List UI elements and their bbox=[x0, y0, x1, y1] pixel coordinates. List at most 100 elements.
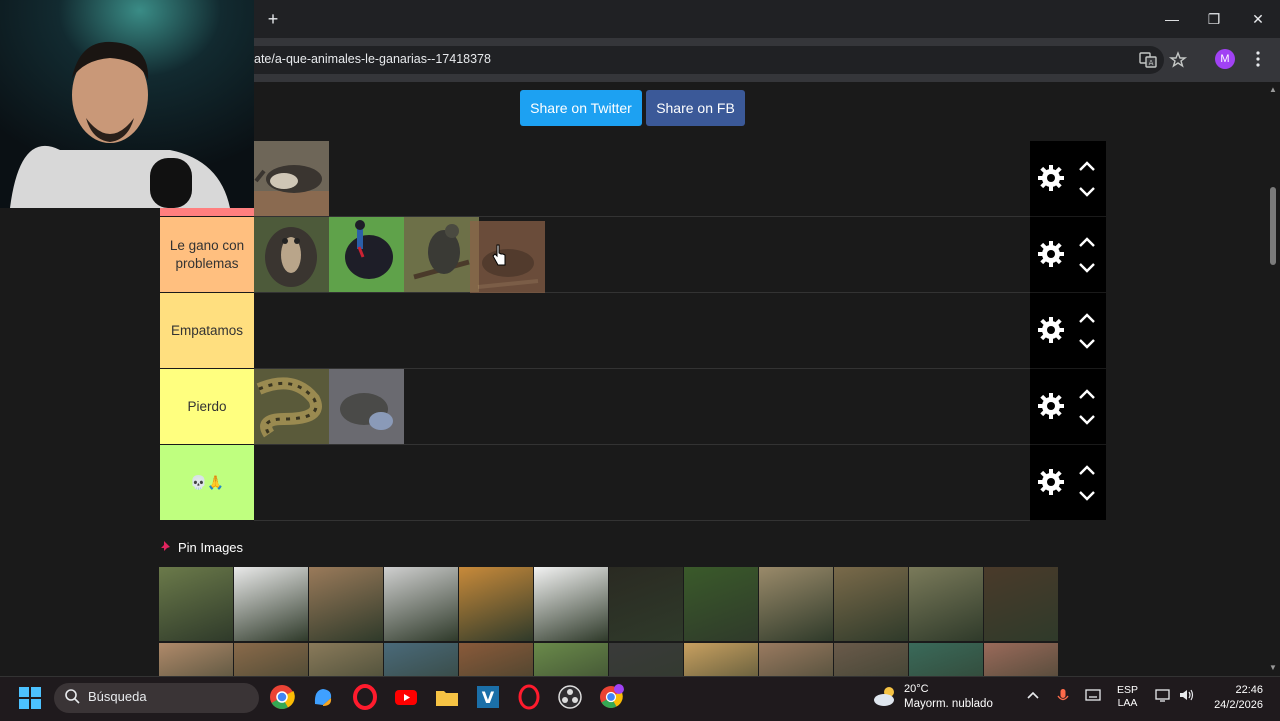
animal-23-image[interactable] bbox=[909, 643, 983, 677]
chevron-down-icon[interactable] bbox=[1076, 335, 1098, 353]
snow-leopard-image[interactable] bbox=[384, 567, 458, 641]
dragged-animal-image[interactable] bbox=[470, 221, 545, 296]
animal-13-image[interactable] bbox=[159, 643, 233, 677]
chrome-icon[interactable] bbox=[269, 684, 295, 710]
tier-items[interactable] bbox=[254, 369, 1030, 445]
animal-16-image[interactable] bbox=[384, 643, 458, 677]
scroll-down-icon[interactable]: ▼ bbox=[1269, 664, 1277, 672]
language-code: ESP bbox=[1117, 684, 1139, 696]
tier-label[interactable]: 💀🙏 bbox=[160, 445, 254, 520]
network-icon[interactable] bbox=[1154, 688, 1172, 705]
url-text[interactable]: ate/a-que-animales-le-ganarias--17418378 bbox=[254, 52, 491, 66]
translate-icon[interactable]: A bbox=[1138, 50, 1158, 70]
tier-controls bbox=[1030, 293, 1106, 368]
taskbar-clock[interactable]: 22:46 24/2/2026 bbox=[1205, 683, 1263, 713]
tier-items[interactable] bbox=[254, 217, 1030, 296]
chevron-up-icon[interactable] bbox=[1076, 233, 1098, 251]
youtube-icon[interactable] bbox=[393, 684, 419, 710]
share-fb-button[interactable]: Share on FB bbox=[646, 90, 745, 126]
microphone-icon[interactable] bbox=[1054, 688, 1072, 707]
rottweiler-image[interactable] bbox=[684, 567, 758, 641]
anteater-image[interactable] bbox=[254, 141, 329, 216]
copilot-icon[interactable] bbox=[310, 684, 336, 710]
share-twitter-button[interactable]: Share on Twitter bbox=[520, 90, 642, 126]
page-scrollbar[interactable]: ▲ ▼ bbox=[1266, 82, 1280, 676]
eagle-image[interactable] bbox=[404, 217, 479, 292]
hyena-image[interactable] bbox=[834, 567, 908, 641]
animal-15-image[interactable] bbox=[309, 643, 383, 677]
keyboard-icon[interactable] bbox=[1084, 688, 1102, 705]
anaconda-image[interactable] bbox=[254, 369, 329, 444]
animal-19-image[interactable] bbox=[609, 643, 683, 677]
chevron-up-icon[interactable] bbox=[1076, 157, 1098, 175]
black-bear-image[interactable] bbox=[609, 567, 683, 641]
tier-label[interactable]: Empatamos bbox=[160, 293, 254, 368]
obs-icon[interactable] bbox=[557, 684, 583, 710]
chevron-down-icon[interactable] bbox=[1076, 411, 1098, 429]
vegas-icon[interactable]: V bbox=[475, 684, 501, 710]
browser-menu-icon[interactable] bbox=[1250, 48, 1266, 70]
taskbar-search-placeholder[interactable]: Búsqueda bbox=[88, 689, 147, 704]
clock-time: 22:46 bbox=[1235, 684, 1263, 696]
animal-24-image[interactable] bbox=[984, 643, 1058, 677]
polar-bear-image[interactable] bbox=[534, 567, 608, 641]
tier-controls bbox=[1030, 141, 1106, 216]
chevron-down-icon[interactable] bbox=[1076, 487, 1098, 505]
chevron-up-icon[interactable] bbox=[1076, 309, 1098, 327]
tier-label[interactable]: Le gano con problemas bbox=[160, 217, 254, 292]
gear-icon[interactable] bbox=[1036, 391, 1066, 421]
profile-avatar[interactable]: M bbox=[1215, 49, 1235, 69]
minimize-button[interactable]: — bbox=[1158, 6, 1186, 32]
panda-image[interactable] bbox=[234, 567, 308, 641]
wolverine-image[interactable] bbox=[984, 567, 1058, 641]
tier-items[interactable] bbox=[254, 293, 1030, 369]
gear-icon[interactable] bbox=[1036, 163, 1066, 193]
cloudy-weather-icon[interactable] bbox=[872, 684, 900, 708]
language-indicator[interactable]: ESP LAA bbox=[1117, 684, 1138, 710]
close-button[interactable]: ✕ bbox=[1244, 6, 1272, 32]
chevron-down-icon[interactable] bbox=[1076, 183, 1098, 201]
gear-icon[interactable] bbox=[1036, 239, 1066, 269]
tray-chevron-up-icon[interactable] bbox=[1024, 688, 1042, 705]
animal-18-image[interactable] bbox=[534, 643, 608, 677]
tier-items[interactable] bbox=[254, 445, 1030, 521]
animal-22-image[interactable] bbox=[834, 643, 908, 677]
weather-temperature[interactable]: 20°C bbox=[904, 683, 929, 695]
german-shepherd-image[interactable] bbox=[159, 567, 233, 641]
chevron-down-icon[interactable] bbox=[1076, 259, 1098, 277]
orangutan-image[interactable] bbox=[459, 643, 533, 677]
kangal-dog-image[interactable] bbox=[759, 567, 833, 641]
new-tab-button[interactable]: + bbox=[262, 8, 284, 30]
windows-start-icon[interactable] bbox=[18, 686, 42, 710]
cheetah-image[interactable] bbox=[684, 643, 758, 677]
chevron-up-icon[interactable] bbox=[1076, 385, 1098, 403]
tiger-image[interactable] bbox=[459, 567, 533, 641]
chevron-up-icon[interactable] bbox=[1076, 461, 1098, 479]
mandrill-image[interactable] bbox=[254, 217, 329, 292]
tier-items[interactable] bbox=[254, 141, 1030, 217]
restore-button[interactable]: ❐ bbox=[1200, 6, 1228, 32]
tier-label[interactable]: Pierdo bbox=[160, 369, 254, 444]
wild-dog-image[interactable] bbox=[909, 567, 983, 641]
scrollbar-thumb[interactable] bbox=[1270, 187, 1276, 265]
volume-icon[interactable] bbox=[1178, 688, 1196, 705]
bookmark-star-icon[interactable] bbox=[1168, 50, 1188, 70]
weather-description[interactable]: Mayorm. nublado bbox=[904, 698, 993, 710]
opera-gx-icon[interactable] bbox=[516, 684, 542, 710]
scroll-up-icon[interactable]: ▲ bbox=[1269, 86, 1277, 94]
porcupine-image[interactable] bbox=[759, 643, 833, 677]
keyboard-layout: LAA bbox=[1117, 697, 1138, 709]
coyote-image[interactable] bbox=[309, 567, 383, 641]
hand-cursor-icon bbox=[492, 244, 506, 266]
cassowary-image[interactable] bbox=[329, 217, 404, 292]
tier-controls bbox=[1030, 217, 1106, 292]
svg-text:V: V bbox=[482, 688, 495, 707]
file-explorer-icon[interactable] bbox=[434, 684, 460, 710]
komodo-dragon-image[interactable] bbox=[329, 369, 404, 444]
taskbar-search-box[interactable] bbox=[54, 683, 259, 713]
gear-icon[interactable] bbox=[1036, 315, 1066, 345]
gear-icon[interactable] bbox=[1036, 467, 1066, 497]
opera-icon[interactable] bbox=[352, 684, 378, 710]
cougar-image[interactable] bbox=[234, 643, 308, 677]
chrome-profile-icon[interactable] bbox=[598, 684, 624, 710]
